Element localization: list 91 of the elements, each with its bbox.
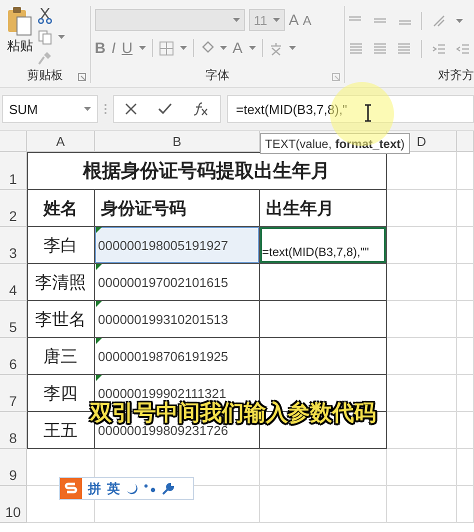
empty-cell[interactable] (387, 412, 457, 449)
empty-cell[interactable] (387, 227, 457, 264)
column-header[interactable] (457, 131, 474, 152)
id-cell: 000000198005191927 (95, 227, 260, 264)
empty-cell[interactable] (457, 449, 474, 486)
row-number[interactable]: 5 (0, 301, 27, 338)
dialog-launcher-icon[interactable] (78, 73, 86, 81)
orientation-icon[interactable] (432, 14, 446, 28)
phonetic-icon[interactable] (268, 40, 283, 56)
id-cell: 000000198706191925 (95, 338, 260, 375)
row-number[interactable]: 7 (0, 375, 27, 412)
name-box[interactable]: SUM (2, 95, 98, 123)
scissors-icon[interactable] (38, 8, 52, 24)
empty-cell[interactable] (457, 227, 474, 264)
moon-icon[interactable] (126, 482, 138, 494)
empty-cell[interactable] (260, 486, 387, 523)
paste-button[interactable]: 粘贴 (6, 6, 34, 67)
group-label: 字体 (205, 66, 230, 84)
enter-check-icon[interactable] (158, 103, 172, 115)
group-label: 对齐方 (438, 66, 474, 84)
fill-bucket-icon[interactable] (200, 41, 214, 55)
empty-cell[interactable] (387, 338, 457, 375)
ime-mode-label[interactable]: 拼 (88, 480, 101, 498)
row-number[interactable]: 10 (0, 486, 27, 523)
caret-icon[interactable] (220, 46, 227, 50)
empty-cell[interactable] (457, 375, 474, 412)
empty-cell[interactable] (457, 301, 474, 338)
ime-logo-icon[interactable] (60, 478, 82, 499)
select-all-corner[interactable] (0, 131, 27, 152)
id-cell: 000000197002101615 (95, 264, 260, 301)
dots-icon[interactable] (144, 484, 156, 494)
result-cell[interactable] (260, 338, 387, 375)
empty-cell[interactable] (457, 190, 474, 227)
wrench-icon[interactable] (162, 482, 174, 494)
header-cell: 姓名 (27, 190, 95, 227)
function-tooltip: TEXT(value, format_text) (260, 133, 410, 154)
caret-icon[interactable] (456, 18, 463, 24)
row-number[interactable]: 2 (0, 190, 27, 227)
row-number[interactable]: 1 (0, 152, 27, 190)
caret-icon[interactable] (180, 46, 187, 50)
name-cell: 李世名 (27, 301, 95, 338)
empty-cell[interactable] (387, 449, 457, 486)
dialog-launcher-icon[interactable] (332, 73, 340, 81)
empty-cell[interactable] (457, 486, 474, 523)
caret-icon[interactable] (288, 46, 296, 50)
result-cell[interactable] (260, 264, 387, 301)
indent-icon[interactable] (432, 43, 446, 55)
caret-icon[interactable] (272, 18, 280, 22)
row-number[interactable]: 9 (0, 449, 27, 486)
align-icon[interactable] (349, 43, 363, 55)
row-number[interactable]: 3 (0, 227, 27, 264)
empty-cell[interactable] (457, 264, 474, 301)
border-icon[interactable] (158, 40, 174, 56)
format-painter-icon[interactable] (38, 51, 52, 65)
align-icon[interactable] (373, 43, 387, 55)
empty-cell[interactable] (457, 412, 474, 449)
grip-icon (104, 103, 107, 115)
ime-mode-label[interactable]: 英 (107, 480, 120, 498)
clipboard-icon (6, 6, 34, 36)
column-header[interactable]: B (95, 131, 260, 152)
caret-icon[interactable] (84, 106, 91, 112)
result-cell[interactable] (260, 301, 387, 338)
row-number[interactable]: 4 (0, 264, 27, 301)
empty-cell[interactable] (387, 375, 457, 412)
caret-icon[interactable] (58, 35, 65, 40)
empty-cell[interactable] (387, 190, 457, 227)
name-cell: 唐三 (27, 338, 95, 375)
formula-field[interactable]: =text(MID(B3,7,8)," (227, 95, 474, 123)
align-icon[interactable] (397, 43, 411, 55)
header-cell: 出生年月 (260, 190, 387, 227)
result-cell[interactable]: =text(MID(B3,7,8),"" (260, 227, 387, 264)
column-header[interactable]: A (27, 131, 95, 152)
empty-cell[interactable] (457, 338, 474, 375)
name-cell: 李清照 (27, 264, 95, 301)
empty-cell[interactable] (387, 486, 457, 523)
caret-icon[interactable] (248, 46, 256, 50)
group-label: 剪贴板 (26, 66, 63, 84)
empty-cell[interactable] (387, 264, 457, 301)
cancel-icon[interactable] (124, 103, 137, 115)
caret-icon[interactable] (138, 46, 146, 50)
row-number[interactable]: 8 (0, 412, 27, 449)
copy-icon[interactable] (38, 30, 52, 45)
row-number[interactable]: 6 (0, 338, 27, 375)
empty-cell[interactable] (260, 449, 387, 486)
text-cursor-icon (364, 104, 372, 122)
function-icon[interactable] (193, 102, 210, 116)
empty-cell[interactable] (387, 301, 457, 338)
indent-icon[interactable] (456, 43, 470, 55)
id-cell: 000000199310201513 (95, 301, 260, 338)
font-name-field[interactable] (94, 9, 245, 31)
caret-icon[interactable] (232, 18, 240, 22)
